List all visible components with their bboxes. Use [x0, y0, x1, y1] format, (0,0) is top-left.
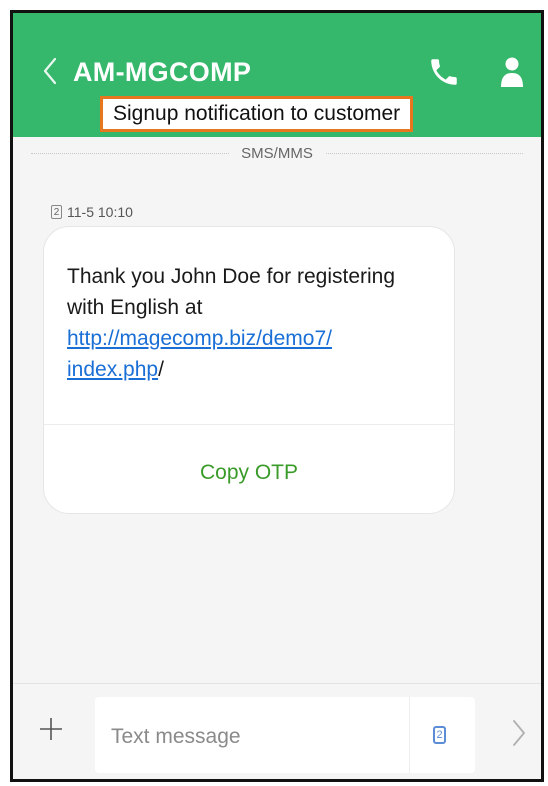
- sim-selector-icon[interactable]: 2: [433, 726, 446, 744]
- message-input[interactable]: Text message 2: [95, 697, 475, 773]
- annotation-banner: Signup notification to customer: [100, 96, 414, 132]
- bubble-divider: [44, 424, 454, 425]
- sim-icon: 2: [51, 205, 62, 219]
- message-link[interactable]: http://magecomp.biz/demo7/index.php: [67, 327, 332, 381]
- message-text: Thank you John Doe for registering with …: [67, 265, 396, 381]
- chevron-right-icon[interactable]: [509, 715, 529, 751]
- composer-divider: [13, 683, 541, 684]
- input-divider: [409, 697, 410, 773]
- message-bubble[interactable]: Thank you John Doe for registering with …: [43, 226, 455, 514]
- phone-icon[interactable]: [427, 55, 461, 89]
- plus-icon[interactable]: [37, 715, 65, 743]
- message-input-placeholder: Text message: [111, 725, 241, 748]
- message-timestamp: 11-5 10:10: [67, 204, 133, 220]
- person-icon[interactable]: [497, 53, 527, 91]
- contact-name: AM-MGCOMP: [73, 57, 252, 87]
- message-meta: 2 11-5 10:10: [51, 204, 133, 220]
- copy-otp-button[interactable]: Copy OTP: [44, 461, 454, 485]
- conversation-header: AM-MGCOMP Signup notification to custome…: [13, 13, 541, 137]
- channel-divider-label: SMS/MMS: [229, 145, 325, 162]
- phone-screen: AM-MGCOMP Signup notification to custome…: [10, 10, 544, 782]
- chevron-left-icon[interactable]: [37, 51, 67, 91]
